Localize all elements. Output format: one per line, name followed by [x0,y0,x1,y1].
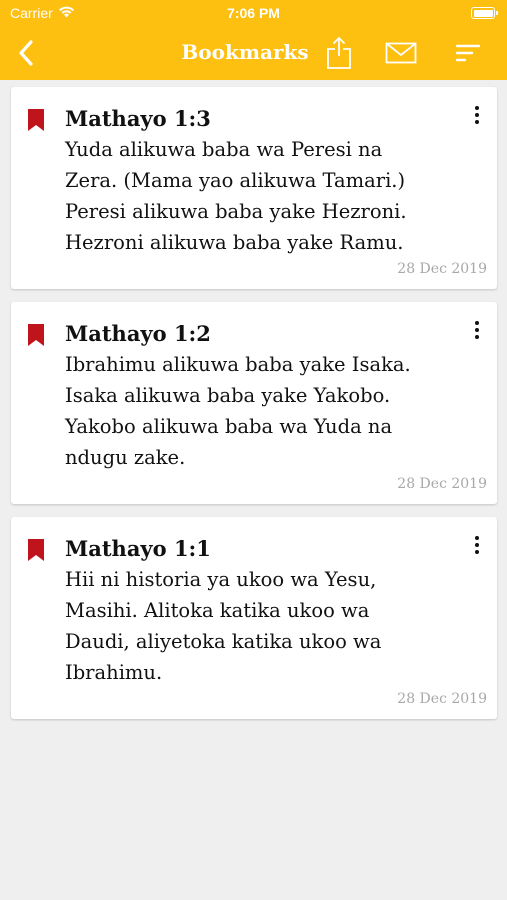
bookmark-icon [28,324,44,346]
bookmark-card[interactable]: Mathayo 1:3 Yuda alikuwa baba wa Peresi … [11,87,497,289]
verse-line: Isaka alikuwa baba yake Yakobo. [65,384,391,407]
bookmark-date: 28 Dec 2019 [397,691,487,707]
verse-line: Hii ni historia ya ukoo wa Yesu, [65,568,377,591]
page-title: Bookmarks [181,40,309,64]
verse-reference: Mathayo 1:2 [65,321,211,346]
bookmark-card[interactable]: Mathayo 1:1 Hii ni historia ya ukoo wa Y… [11,517,497,719]
bookmark-icon [28,109,44,131]
verse-line: Yuda alikuwa baba wa Peresi na [65,138,383,161]
more-options-button[interactable] [465,101,489,129]
verse-reference: Mathayo 1:1 [65,536,211,561]
verse-line: Daudi, aliyetoka katika ukoo wa [65,630,382,653]
verse-line: Ibrahimu alikuwa baba yake Isaka. [65,353,411,376]
navigation-bar: Bookmarks [0,26,507,80]
more-options-button[interactable] [465,531,489,559]
more-dots-icon [475,536,479,540]
verse-line: Peresi alikuwa baba yake Hezroni. [65,200,407,223]
verse-line: Zera. (Mama yao alikuwa Tamari.) [65,169,406,192]
more-options-button[interactable] [465,316,489,344]
sort-icon [455,44,481,62]
more-dots-icon [475,106,479,110]
back-button[interactable] [12,37,40,69]
chevron-left-icon [19,40,33,66]
verse-text: Hii ni historia ya ukoo wa Yesu, Masihi.… [65,564,470,688]
status-time: 7:06 PM [227,5,280,21]
bookmark-card[interactable]: Mathayo 1:2 Ibrahimu alikuwa baba yake I… [11,302,497,504]
verse-reference: Mathayo 1:3 [65,106,211,131]
bookmark-date: 28 Dec 2019 [397,476,487,492]
mail-icon [385,42,417,64]
sort-button[interactable] [449,34,487,72]
verse-line: Masihi. Alitoka katika ukoo wa [65,599,370,622]
bookmark-date: 28 Dec 2019 [397,261,487,277]
status-bar: Carrier 7:06 PM [0,0,507,26]
battery-icon [471,7,498,19]
share-icon [327,37,351,69]
verse-text: Ibrahimu alikuwa baba yake Isaka. Isaka … [65,349,470,473]
verse-line: Yakobo alikuwa baba wa Yuda na [65,415,393,438]
verse-text: Yuda alikuwa baba wa Peresi na Zera. (Ma… [65,134,470,258]
share-button[interactable] [320,34,358,72]
bookmark-icon [28,539,44,561]
verse-line: Ibrahimu. [65,661,163,684]
verse-line: Hezroni alikuwa baba yake Ramu. [65,231,404,254]
email-button[interactable] [382,34,420,72]
verse-line: ndugu zake. [65,446,186,469]
more-dots-icon [475,321,479,325]
